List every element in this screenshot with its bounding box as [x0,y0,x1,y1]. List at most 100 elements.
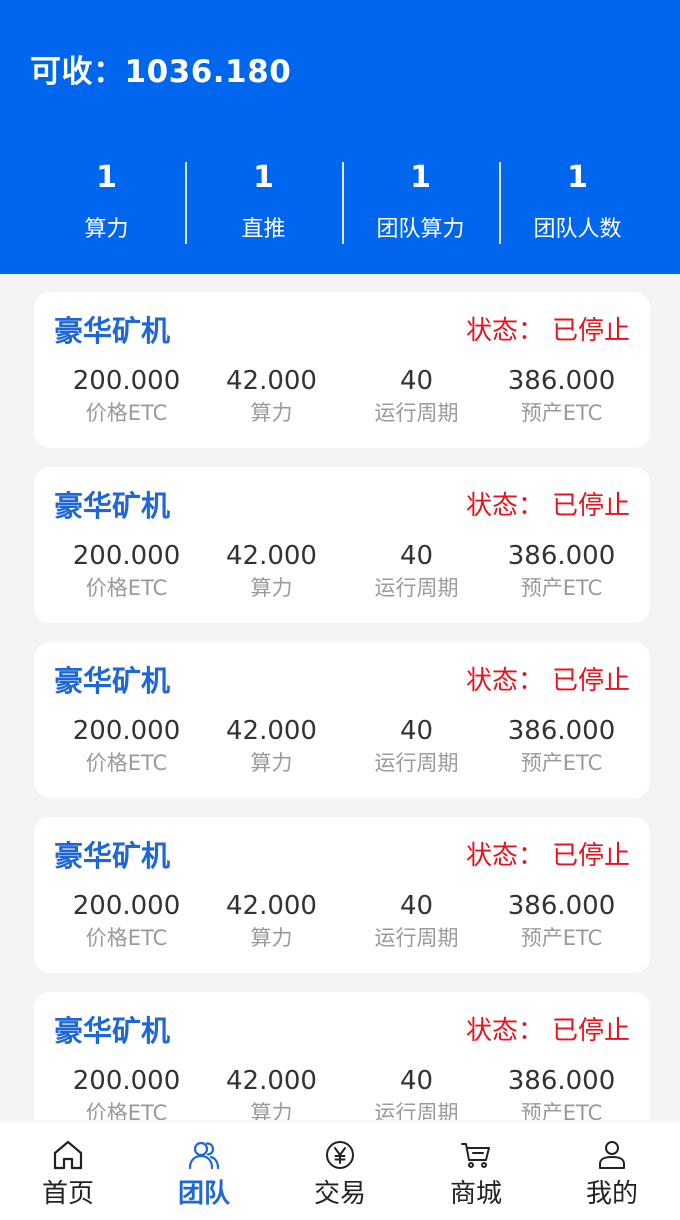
miner-card[interactable]: 豪华矿机 状态： 已停止 200.000 价格ETC 42.000 算力 40 运行周期… [34,292,650,448]
metric-value: 386.000 [507,891,616,921]
stat-value: 1 [567,160,588,195]
miner-metrics: 200.000 价格ETC 42.000 算力 40 运行周期 386.000 预产ET… [54,539,634,603]
metric-label: 算力 [250,926,293,950]
metric-value: 40 [399,541,434,571]
tab-trade[interactable]: 交易 [272,1122,408,1220]
miner-list[interactable]: 豪华矿机 状态： 已停止 200.000 价格ETC 42.000 算力 40 运行周期… [0,274,680,1120]
metric-value: 200.000 [72,1066,181,1096]
metric-label: 算力 [250,576,293,600]
tab-mine[interactable]: 我的 [544,1122,680,1220]
metric-cycle: 40 运行周期 [344,889,489,953]
metric-hashrate: 42.000 算力 [199,364,344,428]
stat-value: 1 [253,160,274,195]
stat-value: 1 [96,160,117,195]
miner-metrics: 200.000 价格ETC 42.000 算力 40 运行周期 386.000 预产ET… [54,889,634,953]
miner-card[interactable]: 豪华矿机 状态： 已停止 200.000 价格ETC 42.000 算力 40 运行周期… [34,817,650,973]
metric-label: 运行周期 [374,401,459,425]
metric-label: 预产ETC [520,1101,603,1120]
metric-price: 200.000 价格ETC [54,364,199,428]
metric-price: 200.000 价格ETC [54,1064,199,1120]
metric-value: 40 [399,366,434,396]
metric-output: 386.000 预产ETC [489,364,634,428]
metric-hashrate: 42.000 算力 [199,539,344,603]
metric-value: 40 [399,1066,434,1096]
status-value: 已停止 [551,491,630,521]
tab-home[interactable]: 首页 [0,1122,136,1220]
metric-label: 价格ETC [85,926,168,950]
metric-cycle: 40 运行周期 [344,1064,489,1120]
status-label: 状态： [465,491,544,521]
miner-status: 状态： 已停止 [466,310,630,347]
tab-label: 交易 [313,1179,366,1209]
metric-output: 386.000 预产ETC [489,1064,634,1120]
metric-value: 200.000 [72,716,181,746]
status-value: 已停止 [551,316,630,346]
status-label: 状态： [465,666,544,696]
miner-title: 豪华矿机 [54,314,171,348]
metric-value: 386.000 [507,366,616,396]
miner-title: 豪华矿机 [54,664,171,698]
metric-value: 386.000 [507,541,616,571]
tab-label: 团队 [177,1179,230,1209]
metric-value: 42.000 [226,1066,317,1096]
status-label: 状态： [465,1016,544,1046]
metric-label: 预产ETC [520,751,603,775]
team-stats: 1 算力 1 直推 1 团队算力 1 团队人数 [28,152,656,252]
metric-value: 42.000 [226,366,317,396]
stat-team-members: 1 团队人数 [499,152,656,252]
metric-label: 价格ETC [85,751,168,775]
yen-icon [326,1141,354,1169]
tab-mall[interactable]: 商城 [408,1122,544,1220]
summary-header: 可收：1036.180 1 算力 1 直推 1 团队算力 1 团队人数 [0,0,680,274]
status-value: 已停止 [551,841,630,871]
status-label: 状态： [465,316,544,346]
miner-status: 状态： 已停止 [466,660,630,697]
metric-value: 42.000 [226,541,317,571]
cart-icon [461,1143,490,1168]
metric-cycle: 40 运行周期 [344,539,489,603]
metric-label: 运行周期 [374,576,459,600]
stat-hashrate: 1 算力 [28,152,185,252]
metric-label: 价格ETC [85,576,168,600]
tab-label: 商城 [449,1179,502,1209]
stat-value: 1 [410,160,431,195]
miner-status: 状态： 已停止 [466,485,630,522]
balance-label: 可收： [30,54,125,90]
metric-label: 价格ETC [85,401,168,425]
metric-label: 运行周期 [374,751,459,775]
tab-team[interactable]: 团队 [136,1122,272,1220]
metric-value: 42.000 [226,891,317,921]
metric-hashrate: 42.000 算力 [199,1064,344,1120]
metric-value: 386.000 [507,716,616,746]
miner-card[interactable]: 豪华矿机 状态： 已停止 200.000 价格ETC 42.000 算力 40 运行周期… [34,992,650,1120]
balance-value: 1036.180 [124,54,292,90]
miner-status: 状态： 已停止 [466,835,630,872]
home-icon [53,1140,83,1170]
miner-card[interactable]: 豪华矿机 状态： 已停止 200.000 价格ETC 42.000 算力 40 运行周期… [34,642,650,798]
metric-output: 386.000 预产ETC [489,539,634,603]
stat-label: 算力 [84,217,129,242]
metric-hashrate: 42.000 算力 [199,889,344,953]
metric-value: 200.000 [72,366,181,396]
metric-value: 386.000 [507,1066,616,1096]
metric-label: 预产ETC [520,926,603,950]
miner-card[interactable]: 豪华矿机 状态： 已停止 200.000 价格ETC 42.000 算力 40 运行周期… [34,467,650,623]
metric-label: 价格ETC [85,1101,168,1120]
metric-value: 42.000 [226,716,317,746]
metric-price: 200.000 价格ETC [54,889,199,953]
status-value: 已停止 [551,666,630,696]
stat-label: 团队算力 [376,217,465,242]
metric-label: 算力 [250,1101,293,1120]
miner-title: 豪华矿机 [54,839,171,873]
stat-team-hashrate: 1 团队算力 [342,152,499,252]
bottom-tab-bar: 首页 团队 交易 商城 我的 [0,1122,680,1220]
miner-title: 豪华矿机 [54,1014,171,1048]
metric-label: 预产ETC [520,401,603,425]
miner-status: 状态： 已停止 [466,1010,630,1047]
tab-label: 我的 [585,1179,638,1209]
metric-output: 386.000 预产ETC [489,889,634,953]
stat-label: 直推 [241,217,286,242]
status-label: 状态： [465,841,544,871]
user-icon [599,1141,625,1169]
stat-direct-referrals: 1 直推 [185,152,342,252]
